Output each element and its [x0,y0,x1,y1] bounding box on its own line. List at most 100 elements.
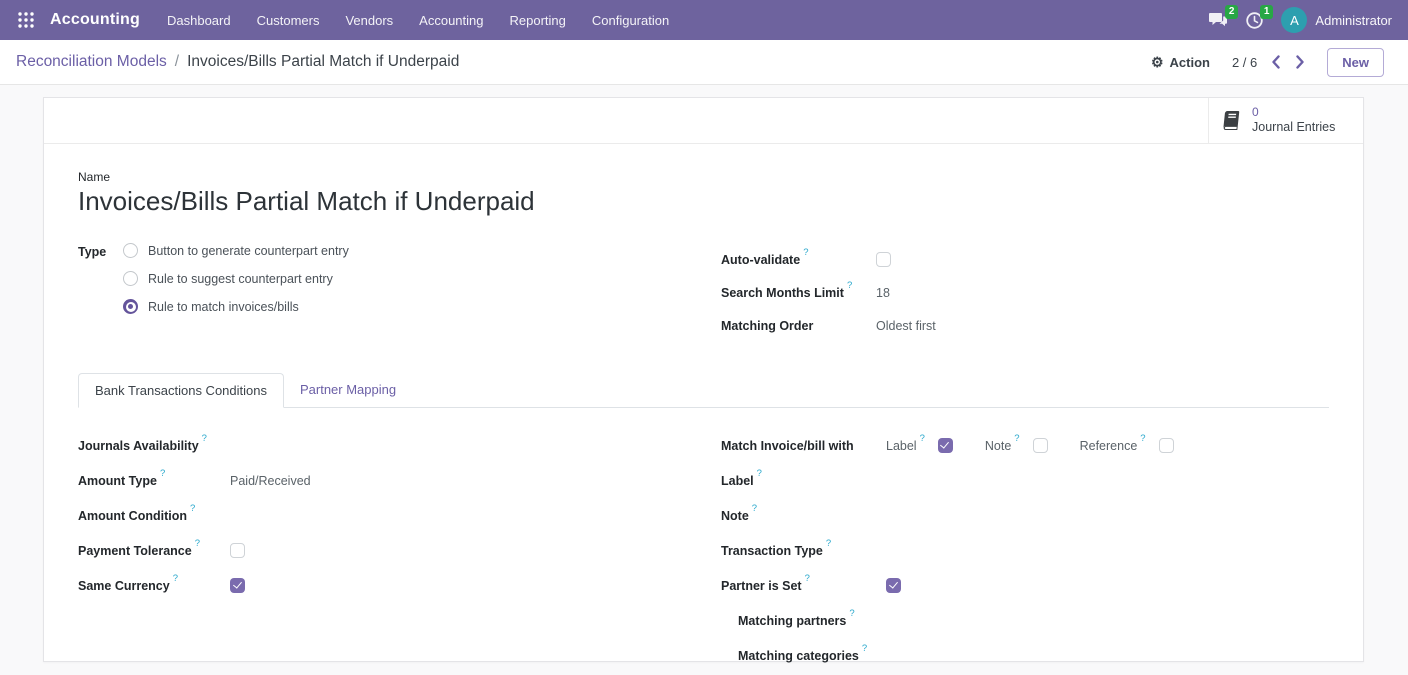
control-panel-right: ⚙ Action 2 / 6 New [1151,48,1384,77]
journals-availability-label: Journals Availability? [78,437,230,453]
menu-vendors[interactable]: Vendors [332,3,406,38]
breadcrumb-parent-link[interactable]: Reconciliation Models [16,53,167,71]
type-option-match-label: Rule to match invoices/bills [148,300,299,314]
action-menu-button[interactable]: ⚙ Action [1151,54,1210,71]
settings-group: Auto-validate? Search Months Limit? 18 M… [721,243,1329,342]
label-field-label: Label? [721,472,873,488]
new-button[interactable]: New [1327,48,1384,77]
journal-entries-stat-button[interactable]: 0 Journal Entries [1208,98,1363,143]
payment-tolerance-row: Payment Tolerance? [78,533,721,568]
pager: 2 / 6 [1232,55,1305,70]
auto-validate-checkbox[interactable] [876,252,891,267]
transaction-type-row: Transaction Type? [721,533,1329,568]
match-option-note-text: Note? [985,437,1020,453]
help-icon: ? [757,468,762,479]
help-icon: ? [847,280,852,291]
same-currency-row: Same Currency? [78,568,721,603]
menu-dashboard[interactable]: Dashboard [154,3,244,38]
matching-order-label: Matching Order [721,319,876,333]
help-icon: ? [920,433,925,444]
search-months-limit-row: Search Months Limit? 18 [721,276,1329,309]
apps-menu-button[interactable] [12,6,40,34]
conditions-right-column: Match Invoice/bill with Label? Note? [721,428,1329,673]
match-invoice-row: Match Invoice/bill with Label? Note? [721,428,1329,463]
control-panel: Reconciliation Models / Invoices/Bills P… [0,40,1408,85]
match-option-reference-text: Reference? [1080,437,1146,453]
activities-button[interactable]: 1 [1246,12,1263,29]
type-option-match[interactable]: Rule to match invoices/bills [123,299,349,314]
user-menu[interactable]: A Administrator [1281,7,1392,33]
matching-order-row: Matching Order Oldest first [721,309,1329,342]
transaction-type-label: Transaction Type? [721,542,873,558]
help-icon: ? [752,503,757,514]
menu-customers[interactable]: Customers [244,3,333,38]
radio-unselected-icon[interactable] [123,243,138,258]
type-group: Type Button to generate counterpart entr… [78,243,721,342]
match-reference-checkbox[interactable] [1159,438,1174,453]
type-option-generate[interactable]: Button to generate counterpart entry [123,243,349,258]
chevron-right-icon [1296,55,1305,69]
help-icon: ? [173,573,178,584]
matching-order-select[interactable]: Oldest first [876,319,936,333]
pager-previous-button[interactable] [1271,55,1280,69]
amount-type-row: Amount Type? Paid/Received [78,463,721,498]
partner-is-set-checkbox[interactable] [886,578,901,593]
help-icon: ? [805,573,810,584]
same-currency-label: Same Currency? [78,577,230,593]
menu-accounting[interactable]: Accounting [406,3,496,38]
button-box: 0 Journal Entries [44,98,1363,144]
tab-bank-transactions-conditions[interactable]: Bank Transactions Conditions [78,373,284,408]
help-icon: ? [195,538,200,549]
menu-reporting[interactable]: Reporting [497,3,579,38]
book-icon [1220,110,1243,131]
radio-unselected-icon[interactable] [123,271,138,286]
auto-validate-label: Auto-validate? [721,251,876,267]
pager-next-button[interactable] [1296,55,1305,69]
breadcrumb: Reconciliation Models / Invoices/Bills P… [16,53,459,71]
matching-partners-row: Matching partners? [721,603,1329,638]
name-field-label: Name [78,170,1329,184]
matching-categories-label: Matching categories? [738,647,890,663]
pager-count: 2 / 6 [1232,55,1257,70]
form-card: 0 Journal Entries Name Invoices/Bills Pa… [43,97,1364,662]
same-currency-checkbox[interactable] [230,578,245,593]
journal-entries-count: 0 [1252,105,1335,120]
chevron-left-icon [1271,55,1280,69]
gear-icon: ⚙ [1151,54,1164,71]
messages-badge: 2 [1225,5,1239,19]
type-option-generate-label: Button to generate counterpart entry [148,244,349,258]
payment-tolerance-checkbox[interactable] [230,543,245,558]
amount-condition-row: Amount Condition? [78,498,721,533]
top-field-groups: Type Button to generate counterpart entr… [78,243,1329,342]
app-name[interactable]: Accounting [44,11,150,29]
matching-partners-label: Matching partners? [738,612,890,628]
help-icon: ? [160,468,165,479]
search-months-limit-input[interactable]: 18 [876,286,890,300]
help-icon: ? [202,433,207,444]
messages-button[interactable]: 2 [1209,12,1228,28]
matching-categories-row: Matching categories? [721,638,1329,673]
tab-partner-mapping[interactable]: Partner Mapping [284,373,412,408]
journals-availability-row: Journals Availability? [78,428,721,463]
radio-selected-icon[interactable] [123,299,138,314]
avatar: A [1281,7,1307,33]
match-note-checkbox[interactable] [1033,438,1048,453]
amount-type-select[interactable]: Paid/Received [230,474,311,488]
record-name-input[interactable]: Invoices/Bills Partial Match if Underpai… [78,186,1329,217]
partner-is-set-label: Partner is Set? [721,577,886,593]
notebook-tabs: Bank Transactions Conditions Partner Map… [78,372,1329,408]
match-label-checkbox[interactable] [938,438,953,453]
menu-configuration[interactable]: Configuration [579,3,682,38]
top-navbar: Accounting Dashboard Customers Vendors A… [0,0,1408,40]
help-icon: ? [190,503,195,514]
amount-type-label: Amount Type? [78,472,230,488]
type-option-suggest[interactable]: Rule to suggest counterpart entry [123,271,349,286]
help-icon: ? [826,538,831,549]
breadcrumb-separator: / [175,53,179,71]
activities-badge: 1 [1260,5,1274,19]
help-icon: ? [862,643,867,654]
content-area: 0 Journal Entries Name Invoices/Bills Pa… [0,85,1408,675]
apps-grid-icon [17,11,35,29]
conditions-left-column: Journals Availability? Amount Type? Paid… [78,428,721,673]
match-option-label-text: Label? [886,437,925,453]
